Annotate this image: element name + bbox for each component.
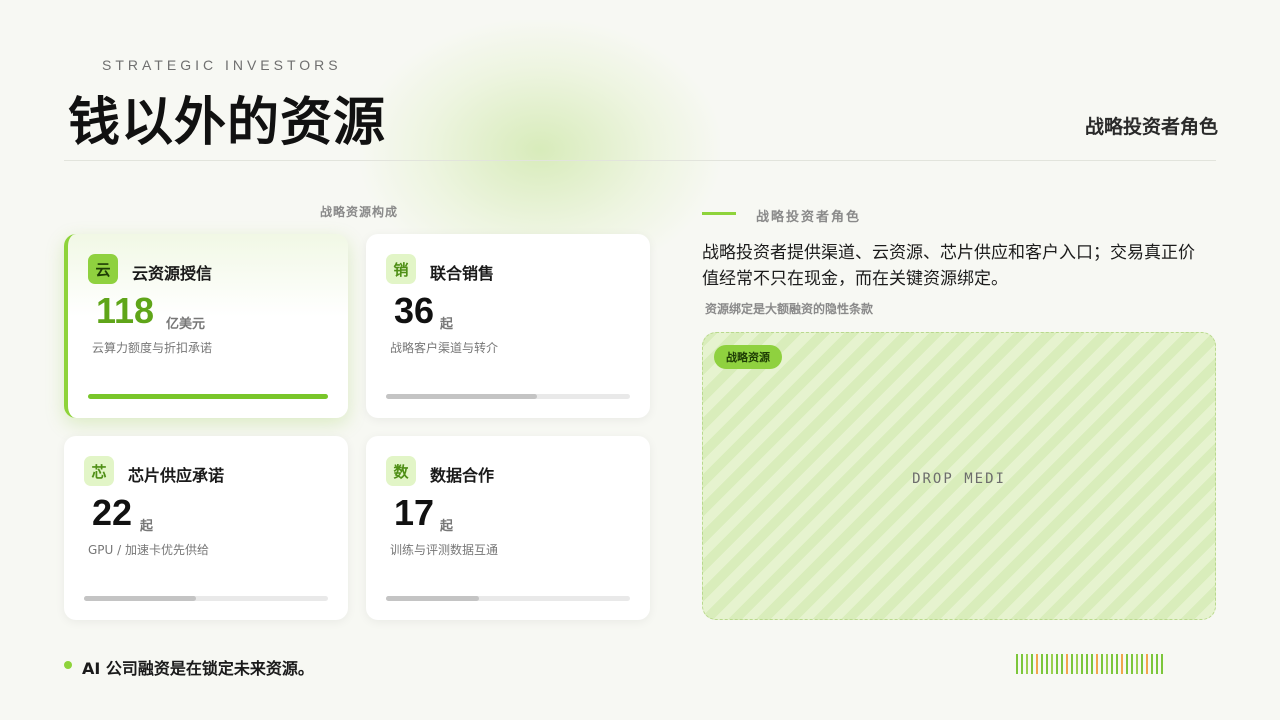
resource-card-data[interactable]: 数 数据合作 17 起 训练与评测数据互通 xyxy=(366,436,650,620)
barcode-bar xyxy=(1081,654,1083,674)
data-badge-icon: 数 xyxy=(386,456,416,486)
chip-badge-icon: 芯 xyxy=(84,456,114,486)
barcode-bar xyxy=(1136,654,1138,674)
barcode-bar xyxy=(1036,654,1038,674)
barcode-bar xyxy=(1091,654,1093,674)
card-unit: 起 xyxy=(440,317,454,332)
barcode-bar xyxy=(1101,654,1103,674)
sales-badge-icon: 销 xyxy=(386,254,416,284)
barcode-bar xyxy=(1141,654,1143,674)
progress-track xyxy=(386,596,630,601)
cloud-badge-icon: 云 xyxy=(88,254,118,284)
card-title: 数据合作 xyxy=(430,466,495,485)
progress-fill xyxy=(84,596,197,601)
resource-card-chips[interactable]: 芯 芯片供应承诺 22 起 GPU / 加速卡优先供给 xyxy=(64,436,348,620)
card-value: 17 xyxy=(394,492,435,533)
resource-card-cloud[interactable]: 云 云资源授信 118 亿美元 云算力额度与折扣承诺 xyxy=(64,234,348,418)
card-unit: 亿美元 xyxy=(166,317,206,332)
eyebrow-label: STRATEGIC INVESTORS xyxy=(102,57,342,73)
card-value: 118 xyxy=(96,290,155,331)
barcode-bar xyxy=(1056,654,1058,674)
grid-caption: 战略资源构成 xyxy=(320,205,399,219)
card-title: 芯片供应承诺 xyxy=(128,466,225,485)
barcode-bar xyxy=(1031,654,1033,674)
bullet-dot-icon xyxy=(64,661,72,669)
media-placeholder-text: DROP MEDI xyxy=(912,471,1006,487)
barcode-bar xyxy=(1126,654,1128,674)
progress-track xyxy=(84,596,328,601)
barcode-bar xyxy=(1131,654,1133,674)
card-description: GPU / 加速卡优先供给 xyxy=(88,543,209,557)
barcode-bar xyxy=(1066,654,1068,674)
progress-track xyxy=(88,394,328,399)
resource-card-sales[interactable]: 销 联合销售 36 起 战略客户渠道与转介 xyxy=(366,234,650,418)
progress-fill xyxy=(88,394,328,399)
barcode-bar xyxy=(1106,654,1108,674)
side-subtitle: 资源绑定是大额融资的隐性条款 xyxy=(705,302,874,316)
header-divider xyxy=(64,160,1216,161)
barcode-bar xyxy=(1151,654,1153,674)
barcode-bar xyxy=(1116,654,1118,674)
card-description: 训练与评测数据互通 xyxy=(390,543,499,557)
barcode-bar xyxy=(1071,654,1073,674)
progress-fill xyxy=(386,394,538,399)
card-unit: 起 xyxy=(140,519,154,534)
side-label: 战略投资者角色 xyxy=(756,210,862,225)
card-title: 联合销售 xyxy=(430,264,495,283)
media-tag: 战略资源 xyxy=(714,345,782,369)
barcode-bar xyxy=(1026,654,1028,674)
barcode-bar xyxy=(1121,654,1123,674)
card-value: 22 xyxy=(92,492,133,533)
media-dropzone[interactable]: 战略资源 DROP MEDI xyxy=(702,332,1216,620)
barcode-bar xyxy=(1096,654,1098,674)
barcode-bar xyxy=(1146,654,1148,674)
side-body-text: 战略投资者提供渠道、云资源、芯片供应和客户入口；交易真正价值经常不只在现金，而在… xyxy=(702,243,1195,289)
card-unit: 起 xyxy=(440,519,454,534)
barcode-bar xyxy=(1061,654,1063,674)
barcode-bar xyxy=(1111,654,1113,674)
barcode-decoration xyxy=(1016,654,1163,674)
barcode-bar xyxy=(1046,654,1048,674)
page-title: 钱以外的资源 xyxy=(68,93,387,153)
barcode-bar xyxy=(1041,654,1043,674)
progress-track xyxy=(386,394,630,399)
section-tag: 战略投资者角色 xyxy=(1084,116,1218,138)
card-description: 云算力额度与折扣承诺 xyxy=(92,341,213,355)
barcode-bar xyxy=(1161,654,1163,674)
progress-fill xyxy=(386,596,479,601)
barcode-bar xyxy=(1016,654,1018,674)
barcode-bar xyxy=(1156,654,1158,674)
card-title: 云资源授信 xyxy=(132,264,213,283)
footer-statement: AI 公司融资是在锁定未来资源。 xyxy=(82,659,314,678)
barcode-bar xyxy=(1051,654,1053,674)
barcode-bar xyxy=(1086,654,1088,674)
barcode-bar xyxy=(1021,654,1023,674)
barcode-bar xyxy=(1076,654,1078,674)
card-value: 36 xyxy=(394,290,435,331)
card-description: 战略客户渠道与转介 xyxy=(390,341,499,355)
accent-line xyxy=(702,212,736,215)
